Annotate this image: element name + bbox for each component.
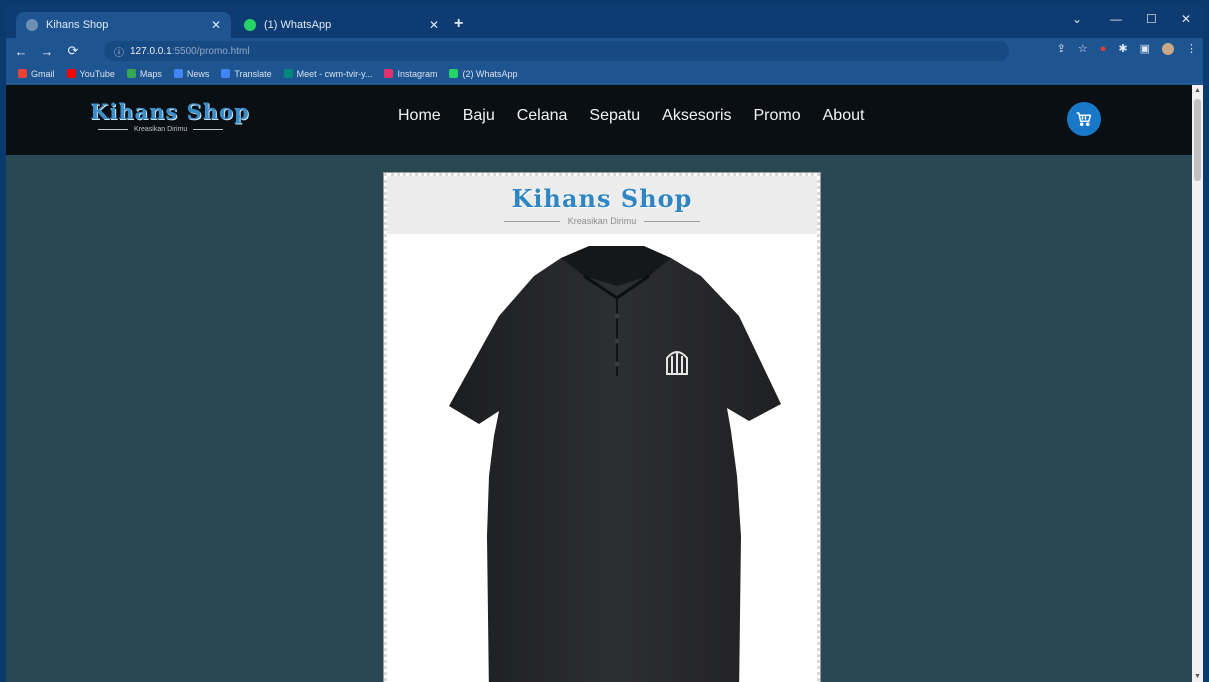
- product-brand-header: Kihans Shop Kreasikan Dirimu: [387, 176, 817, 234]
- cart-icon: [1076, 112, 1092, 127]
- scroll-down-icon[interactable]: ▼: [1194, 673, 1201, 680]
- instagram-icon: [384, 69, 394, 78]
- scroll-up-icon[interactable]: ▲: [1194, 87, 1201, 94]
- bookmark-translate[interactable]: Translate: [221, 69, 272, 79]
- bookmark-meet[interactable]: Meet - cwm-tvir-y...: [283, 69, 372, 79]
- page-viewport: Kihans Shop Kreasikan Dirimu Home Baju C…: [6, 85, 1192, 682]
- news-icon: [173, 69, 183, 78]
- tab-title: (1) WhatsApp: [264, 19, 332, 31]
- bookmark-news[interactable]: News: [173, 69, 209, 79]
- extensions-puzzle-icon[interactable]: ✱: [1118, 42, 1127, 55]
- back-button[interactable]: ←: [10, 44, 32, 59]
- bookmarks-bar: Gmail YouTube Maps News Translate Meet -…: [6, 64, 1203, 84]
- profile-avatar-icon[interactable]: [1162, 42, 1174, 55]
- cart-button[interactable]: [1067, 102, 1101, 136]
- tab-favicon-icon: [26, 19, 38, 31]
- site-logo[interactable]: Kihans Shop Kreasikan Dirimu: [90, 99, 300, 143]
- product-brand-tagline: Kreasikan Dirimu: [387, 216, 817, 226]
- site-info-icon[interactable]: ⓘ: [114, 44, 124, 59]
- black-polo-shirt-image: [449, 246, 781, 682]
- menu-celana[interactable]: Celana: [517, 107, 568, 125]
- menu-sepatu[interactable]: Sepatu: [589, 107, 640, 125]
- product-card[interactable]: Kihans Shop Kreasikan Dirimu: [383, 172, 821, 682]
- side-panel-icon[interactable]: ▣: [1140, 42, 1150, 55]
- tab-strip: Kihans Shop ✕ (1) WhatsApp ✕ + ⌄ — ☐ ✕: [6, 6, 1203, 38]
- tab-kihans-shop[interactable]: Kihans Shop ✕: [16, 12, 231, 38]
- extension-red-icon[interactable]: ●: [1100, 43, 1107, 55]
- browser-window: Kihans Shop ✕ (1) WhatsApp ✕ + ⌄ — ☐ ✕ ←…: [6, 6, 1203, 682]
- url-host: 127.0.0.1: [130, 45, 172, 57]
- scrollbar-thumb[interactable]: [1194, 99, 1201, 181]
- menu-kebab-icon[interactable]: ⋮: [1186, 42, 1197, 55]
- maximize-button[interactable]: ☐: [1146, 12, 1157, 26]
- main-menu: Home Baju Celana Sepatu Aksesoris Promo …: [398, 107, 886, 125]
- share-icon[interactable]: ⇪: [1057, 42, 1066, 55]
- bookmark-gmail[interactable]: Gmail: [18, 69, 55, 79]
- page-scrollbar[interactable]: ▲ ▼: [1192, 85, 1203, 682]
- tab-title: Kihans Shop: [46, 19, 109, 31]
- product-brand-name: Kihans Shop: [511, 184, 693, 213]
- whatsapp-icon: [449, 69, 459, 78]
- logo-name: Kihans Shop: [90, 99, 250, 124]
- site-navbar: Kihans Shop Kreasikan Dirimu Home Baju C…: [6, 85, 1192, 155]
- address-bar[interactable]: ⓘ 127.0.0.1 :5500/promo.html: [104, 41, 1009, 61]
- browser-toolbar: ← → ⟳ ⓘ 127.0.0.1 :5500/promo.html ⇪ ☆ ●…: [6, 38, 1203, 64]
- close-window-button[interactable]: ✕: [1181, 12, 1191, 26]
- menu-baju[interactable]: Baju: [463, 107, 495, 125]
- gmail-icon: [18, 69, 27, 78]
- translate-icon: [221, 69, 231, 78]
- menu-about[interactable]: About: [823, 107, 865, 125]
- toolbar-icons: ⇪ ☆ ● ✱ ▣ ⋮: [1057, 42, 1197, 55]
- bookmark-whatsapp[interactable]: (2) WhatsApp: [449, 69, 518, 79]
- maps-icon: [126, 69, 136, 78]
- youtube-icon: [66, 69, 76, 78]
- menu-home[interactable]: Home: [398, 107, 441, 125]
- whatsapp-icon: [244, 19, 256, 31]
- bookmark-instagram[interactable]: Instagram: [384, 69, 437, 79]
- bookmark-star-icon[interactable]: ☆: [1078, 42, 1088, 55]
- tab-whatsapp[interactable]: (1) WhatsApp ✕: [234, 12, 449, 38]
- reload-button[interactable]: ⟳: [62, 43, 84, 59]
- bookmark-maps[interactable]: Maps: [126, 69, 162, 79]
- menu-aksesoris[interactable]: Aksesoris: [662, 107, 731, 125]
- close-tab-icon[interactable]: ✕: [429, 18, 439, 32]
- bookmark-youtube[interactable]: YouTube: [66, 69, 115, 79]
- new-tab-button[interactable]: +: [454, 15, 463, 33]
- logo-tagline: Kreasikan Dirimu: [90, 126, 300, 133]
- minimize-button[interactable]: —: [1110, 12, 1122, 26]
- close-tab-icon[interactable]: ✕: [211, 18, 221, 32]
- menu-promo[interactable]: Promo: [754, 107, 801, 125]
- tab-search-icon[interactable]: ⌄: [1072, 12, 1082, 26]
- meet-icon: [283, 69, 293, 78]
- forward-button[interactable]: →: [36, 44, 58, 59]
- url-path: :5500/promo.html: [171, 45, 250, 57]
